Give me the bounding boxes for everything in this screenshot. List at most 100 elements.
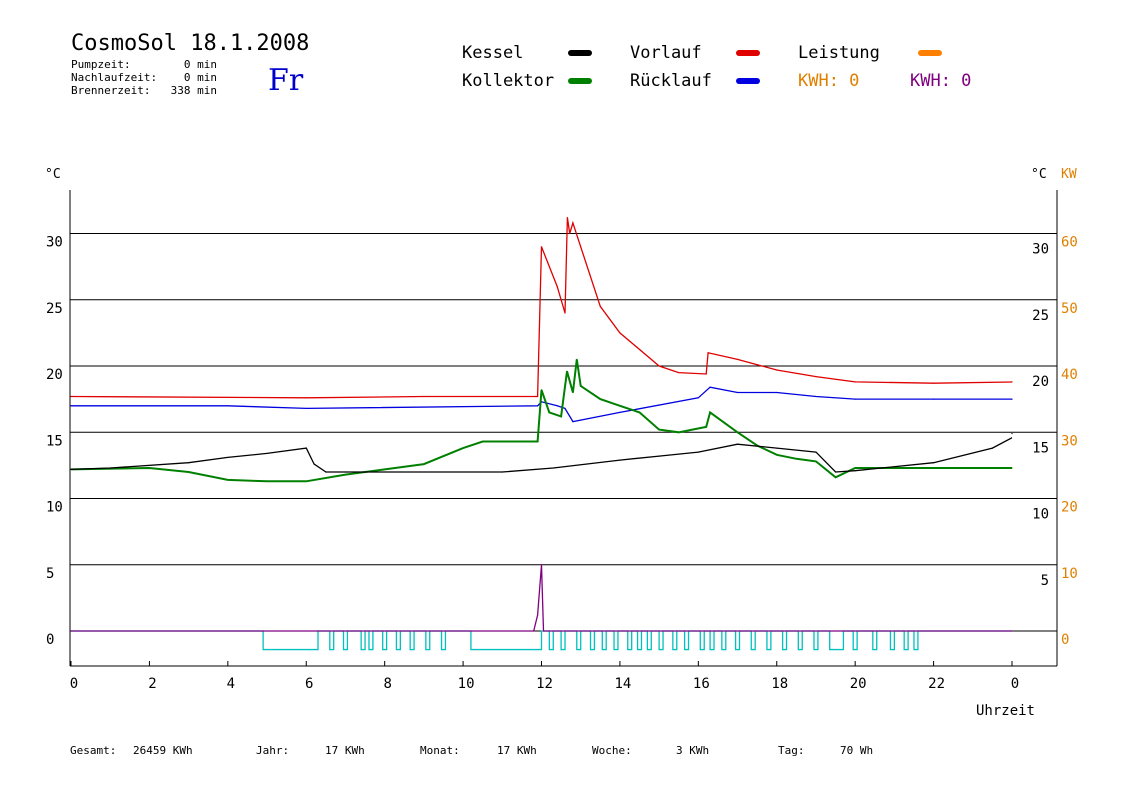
data-point [548,411,550,413]
data-point [536,405,539,407]
footer-label: Monat: [420,744,460,757]
data-point [658,455,660,457]
info-value: 338 min [171,84,217,97]
data-point [556,405,558,407]
axes [69,190,1058,667]
y-right-tick: 25 [1032,308,1049,324]
data-point [776,391,778,394]
x-tick: 8 [383,676,391,692]
x-tick: 10 [458,676,475,692]
data-point [658,429,660,431]
data-point [533,630,535,632]
data-point [70,468,72,470]
y-right2-tick: 50 [1061,301,1078,317]
data-point [580,385,582,387]
y-left-tick: 25 [46,301,63,317]
data-point [572,222,574,224]
data-point [70,395,72,398]
x-tick: 16 [693,676,710,692]
legend-label: Rücklauf [630,71,712,91]
data-point [564,312,566,314]
data-point [227,405,229,407]
data-point [540,389,543,391]
series-line-leistung [71,564,1012,632]
data-point [1011,467,1013,469]
info-label: Pumpzeit: [71,58,131,71]
x-tick: 18 [771,676,788,692]
data-point [678,372,680,374]
data-point [344,474,347,476]
info-block: Pumpzeit: 0 min Nachlaufzeit: 0 min Brennerz… [71,58,217,97]
data-point [932,382,935,384]
data-point [599,305,601,307]
data-point [834,476,837,478]
data-point [736,443,739,445]
data-point [566,370,568,372]
data-point [705,426,707,428]
data-point [736,391,739,394]
data-point [678,431,680,433]
pump-pulses [71,630,1012,651]
y-right2-tick: 0 [1061,632,1069,648]
footer-label: Tag: [778,744,805,757]
data-point [536,440,539,443]
y-right-tick: 30 [1032,242,1049,258]
y-right2-tick: 40 [1061,367,1078,383]
data-point [1011,398,1013,400]
day-label: Fr [268,63,304,98]
series-line-kollektor [70,359,1012,483]
kwh-label: KWH: 0 [910,71,971,91]
data-point [776,369,778,371]
data-point [658,365,660,367]
left-unit: °C [45,167,61,182]
data-point [566,217,568,219]
grid [70,233,1057,632]
x-tick: 4 [227,676,235,692]
data-point [697,397,699,399]
data-point [536,614,539,616]
data-point [227,456,229,459]
data-point [266,480,268,482]
footer-stats: Gesamt: 26459 KWh Jahr: 17 KWh Monat: 17 KWh W… [70,744,873,757]
data-point [227,479,229,481]
data-point [815,376,817,378]
data-point [854,398,856,400]
data-point [697,451,699,453]
legend-label: Kollektor [462,71,554,91]
footer-value: 17 KWh [497,744,537,757]
data-point [638,411,641,413]
data-point [325,471,327,473]
y-right-tick: 10 [1032,507,1049,523]
data-point [305,480,307,482]
info-value: 0 min [184,71,217,84]
info-value: 0 min [184,58,217,71]
y-left-tick: 30 [46,235,63,251]
info-label: Brennerzeit: [71,84,150,97]
data-point [834,471,837,473]
legend-label: Vorlauf [630,43,702,63]
y-left-tick: 15 [46,433,63,449]
data-point [705,373,707,375]
data-point [482,440,484,443]
y-right2-tick: 30 [1061,433,1078,449]
data-point [707,352,709,354]
x-axis-label: Uhrzeit [976,703,1035,719]
data-point [305,407,307,409]
data-point [109,467,111,469]
legend-label: Leistung [798,43,880,63]
data-point [619,459,621,461]
x-tick: 2 [148,676,156,692]
y-right2-tick: 60 [1061,235,1078,251]
data-point [932,462,935,464]
y-right-tick: 20 [1032,374,1049,390]
x-tick: 22 [928,676,945,692]
x-tick: 12 [536,676,553,692]
data-point [932,398,935,400]
data-point [542,630,545,632]
data-point [795,458,797,460]
data-point [188,462,190,464]
y-left-tick: 0 [46,632,54,648]
legend-label: Kessel [462,43,523,63]
footer-value: 3 KWh [676,744,709,757]
data-point [599,398,601,400]
